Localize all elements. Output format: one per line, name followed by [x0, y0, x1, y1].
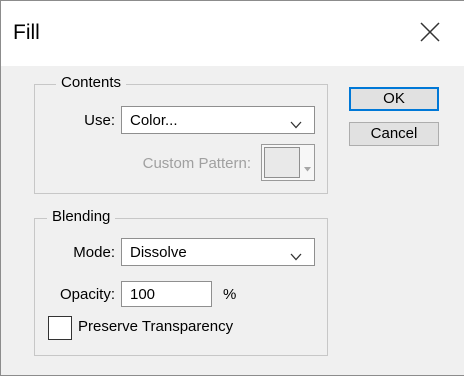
mode-label: Mode:: [73, 244, 115, 261]
use-select-value: Color...: [130, 112, 178, 129]
custom-pattern-picker: [261, 144, 315, 181]
contents-legend: Contents: [56, 74, 127, 91]
use-select[interactable]: Color...: [121, 106, 315, 134]
preserve-transparency-label[interactable]: Preserve Transparency: [78, 318, 233, 335]
dropdown-arrow-icon: [304, 159, 311, 172]
dialog-title: Fill: [13, 21, 40, 44]
dialog-body: Contents Use: Color... Custom Pattern: B…: [1, 66, 464, 372]
custom-pattern-label: Custom Pattern:: [142, 155, 251, 172]
preserve-transparency-checkbox[interactable]: [48, 316, 72, 340]
mode-select[interactable]: Dissolve: [121, 238, 315, 266]
use-label: Use:: [84, 112, 115, 129]
fill-dialog: Fill Contents Use: Color... Custom Patte…: [0, 0, 464, 376]
blending-group: Blending Mode: Dissolve Opacity: 100 % P…: [34, 208, 328, 356]
ok-button[interactable]: OK: [349, 87, 439, 111]
opacity-unit: %: [223, 286, 237, 303]
cancel-button[interactable]: Cancel: [349, 122, 439, 146]
pattern-swatch: [264, 147, 300, 178]
close-icon[interactable]: [415, 17, 445, 47]
opacity-label: Opacity:: [59, 286, 115, 303]
chevron-down-icon: [290, 248, 302, 261]
title-bar: Fill: [1, 1, 464, 66]
mode-select-value: Dissolve: [130, 244, 187, 261]
blending-legend: Blending: [47, 208, 116, 225]
contents-group: Contents Use: Color... Custom Pattern:: [34, 74, 328, 194]
chevron-down-icon: [290, 116, 302, 129]
opacity-input[interactable]: 100: [121, 281, 212, 307]
opacity-input-value: 100: [130, 286, 156, 303]
